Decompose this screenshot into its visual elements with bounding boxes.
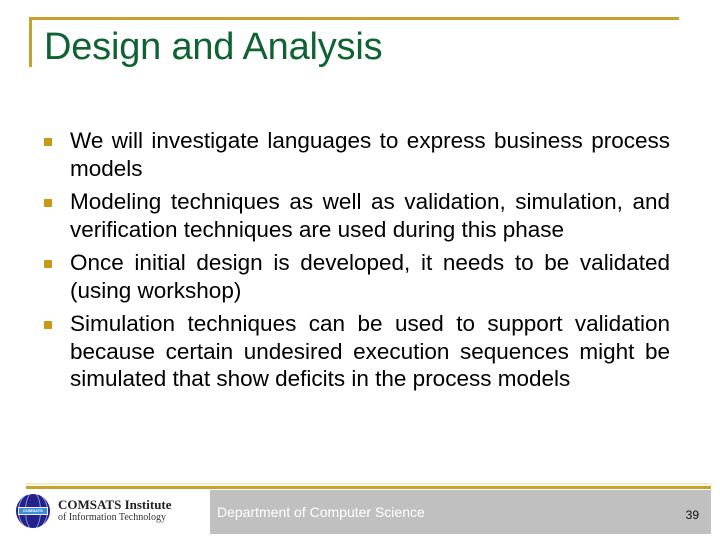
department-label: Department of Computer Science: [217, 504, 425, 520]
frame-top-line: [29, 17, 679, 20]
bullet-text: We will investigate languages to express…: [70, 128, 670, 181]
bullet-item: We will investigate languages to express…: [44, 127, 670, 182]
bullet-item: Modeling techniques as well as validatio…: [44, 188, 670, 243]
square-bullet-icon: [44, 260, 52, 268]
bullet-text: Once initial design is developed, it nee…: [70, 250, 670, 303]
slide-title: Design and Analysis: [44, 26, 383, 68]
page-number: 39: [685, 508, 699, 522]
logo-institute-name: COMSATS Institute: [58, 497, 172, 512]
comsats-logo: COMSATS COMSATS Institute of Information…: [12, 492, 172, 532]
bullet-text: Modeling techniques as well as validatio…: [70, 189, 670, 242]
frame-left-line: [29, 17, 32, 67]
bullet-item: Simulation techniques can be used to sup…: [44, 310, 670, 393]
bullet-text: Simulation techniques can be used to sup…: [70, 311, 670, 391]
footer-bar: Department of Computer Science 39: [210, 490, 711, 534]
bullet-item: Once initial design is developed, it nee…: [44, 249, 670, 304]
square-bullet-icon: [44, 199, 52, 207]
footer-divider-line: [26, 486, 711, 489]
globe-label: COMSATS: [18, 507, 48, 515]
bullet-list: We will investigate languages to express…: [44, 127, 670, 399]
square-bullet-icon: [44, 321, 52, 329]
logo-institute-subtitle: of Information Technology: [58, 512, 166, 523]
footer-line-highlight: [26, 483, 711, 485]
square-bullet-icon: [44, 138, 52, 146]
globe-icon: COMSATS: [16, 494, 50, 528]
